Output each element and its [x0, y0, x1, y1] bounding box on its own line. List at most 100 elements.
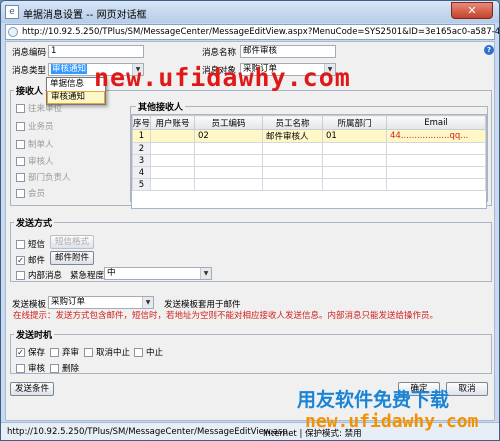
table-cell[interactable] — [150, 178, 195, 191]
receiver-option-5[interactable]: 会员 — [16, 187, 45, 199]
address-url: http://10.92.5.250/TPlus/SM/MessageCente… — [22, 27, 500, 37]
checkbox-icon — [16, 240, 25, 249]
table-cell[interactable] — [322, 166, 387, 179]
checkbox-icon — [16, 104, 25, 113]
type-label: 消息类型 — [12, 66, 47, 76]
send-time-option-5[interactable]: 删除 — [50, 362, 79, 374]
send-method-title: 发送方式 — [14, 216, 55, 229]
window-title: 单据消息设置 -- 网页对话框 — [23, 10, 147, 21]
table-row[interactable]: 1 02 邮件审核人 01 44..................qq... — [132, 129, 486, 143]
table-cell[interactable] — [262, 142, 323, 155]
sms-option[interactable]: 短信 — [16, 238, 45, 250]
watermark-brand: 用友软件免费下载 — [297, 389, 450, 411]
table-cell[interactable] — [262, 166, 323, 179]
table-cell[interactable] — [322, 154, 387, 167]
receiver-option-1[interactable]: 业务员 — [16, 120, 54, 132]
watermark-top: new.ufidawhy.com — [94, 63, 351, 92]
name-label: 消息名称 — [202, 48, 237, 58]
code-label: 消息编码 — [12, 48, 47, 58]
checkbox-icon — [16, 157, 25, 166]
checkbox-icon — [16, 189, 25, 198]
send-conditions-button[interactable]: 发送条件 — [10, 382, 54, 396]
internal-message-option[interactable]: 内部消息 — [16, 269, 62, 281]
other-receivers-title: 其他接收人 — [136, 100, 186, 113]
checkbox-icon — [50, 364, 59, 373]
row-number: 1 — [132, 129, 151, 143]
table-cell[interactable] — [322, 178, 387, 191]
receiver-option-3[interactable]: 审核人 — [16, 155, 54, 167]
send-time-option-1[interactable]: 弃审 — [50, 346, 79, 358]
receivers-title: 接收人 — [14, 84, 46, 97]
address-bar[interactable]: http://10.92.5.250/TPlus/SM/MessageCente… — [5, 24, 499, 40]
code-input[interactable]: 1 — [48, 45, 144, 58]
type-select-value: 审核通知 — [51, 64, 88, 74]
column-header[interactable]: 员工编码 — [194, 115, 263, 130]
table-cell[interactable] — [386, 154, 486, 167]
checkbox-icon — [16, 173, 25, 182]
chevron-down-icon: ▼ — [200, 268, 211, 279]
send-time-group — [10, 334, 492, 374]
account-cell[interactable] — [150, 129, 195, 143]
row-number: 2 — [132, 142, 151, 155]
send-time-option-3[interactable]: 中止 — [134, 346, 163, 358]
name-input[interactable]: 邮件审核 — [240, 45, 336, 58]
dialog-window: e 单据消息设置 -- 网页对话框 ✕ http://10.92.5.250/T… — [0, 0, 500, 441]
checkbox-icon — [16, 271, 25, 280]
table-cell[interactable] — [194, 142, 263, 155]
receiver-option-4[interactable]: 部门负责人 — [16, 171, 71, 183]
table-cell[interactable] — [386, 142, 486, 155]
table-cell[interactable] — [150, 166, 195, 179]
table-cell[interactable] — [194, 166, 263, 179]
send-time-option-0[interactable]: ✓ 保存 — [16, 346, 45, 358]
table-row[interactable]: 2 — [132, 142, 486, 155]
cancel-button[interactable]: 取消 — [446, 382, 488, 396]
table-cell[interactable] — [386, 178, 486, 191]
globe-icon — [8, 27, 18, 37]
dialog-content: 消息编码 1 消息名称 邮件审核 ? 消息类型 审核通知 ▼ 消息对象 采购订单… — [5, 41, 495, 421]
urgency-select[interactable]: 中 ▼ — [104, 267, 212, 280]
table-cell[interactable] — [150, 154, 195, 167]
column-header[interactable]: 用户账号 — [150, 115, 195, 130]
column-header[interactable]: 所属部门 — [322, 115, 387, 130]
table-row[interactable]: 3 — [132, 154, 486, 167]
checkbox-icon — [16, 364, 25, 373]
close-button[interactable]: ✕ — [451, 2, 493, 19]
other-receivers-table[interactable]: 序号 用户账号 员工编码 员工名称 所属部门 Email 1 02 邮件审核人 … — [131, 114, 487, 209]
row-number: 3 — [132, 154, 151, 167]
dropdown-option-1[interactable]: 审核通知 — [47, 91, 105, 104]
table-cell[interactable] — [150, 142, 195, 155]
table-cell[interactable] — [194, 178, 263, 191]
table-cell[interactable] — [194, 154, 263, 167]
receiver-option-2[interactable]: 制单人 — [16, 138, 54, 150]
emp-code-cell[interactable]: 02 — [194, 129, 263, 143]
title-bar[interactable]: e 单据消息设置 -- 网页对话框 ✕ — [1, 1, 499, 23]
check-icon: ✓ — [16, 348, 25, 357]
table-cell[interactable] — [386, 166, 486, 179]
help-icon[interactable]: ? — [484, 45, 494, 55]
email-option[interactable]: ✓ 邮件 — [16, 254, 45, 266]
email-attachment-button[interactable]: 邮件附件 — [50, 251, 94, 265]
checkbox-icon — [16, 122, 25, 131]
dept-cell[interactable]: 01 — [322, 129, 387, 143]
urgency-label: 紧急程度 — [70, 271, 105, 281]
table-row[interactable]: 4 — [132, 166, 486, 179]
column-header[interactable]: 序号 — [132, 115, 151, 130]
table-row[interactable]: 5 — [132, 178, 486, 191]
emp-name-cell[interactable]: 邮件审核人 — [262, 129, 323, 143]
row-number: 5 — [132, 178, 151, 191]
column-header[interactable]: Email — [386, 115, 486, 130]
sms-format-button[interactable]: 短信格式 — [50, 235, 94, 249]
send-time-option-2[interactable]: 取消中止 — [84, 346, 130, 358]
send-time-option-4[interactable]: 审核 — [16, 362, 45, 374]
column-header[interactable]: 员工名称 — [262, 115, 323, 130]
checkbox-icon — [16, 140, 25, 149]
table-cell[interactable] — [322, 142, 387, 155]
email-cell[interactable]: 44..................qq... — [386, 129, 486, 143]
table-cell[interactable] — [262, 154, 323, 167]
status-url: http://10.92.5.250/TPlus/SM/MessageCente… — [7, 427, 288, 437]
template-select[interactable]: 采购订单 ▼ — [48, 296, 154, 309]
table-cell[interactable] — [262, 178, 323, 191]
checkbox-icon — [134, 348, 143, 357]
page-icon: e — [5, 5, 19, 19]
chevron-down-icon: ▼ — [142, 297, 153, 308]
